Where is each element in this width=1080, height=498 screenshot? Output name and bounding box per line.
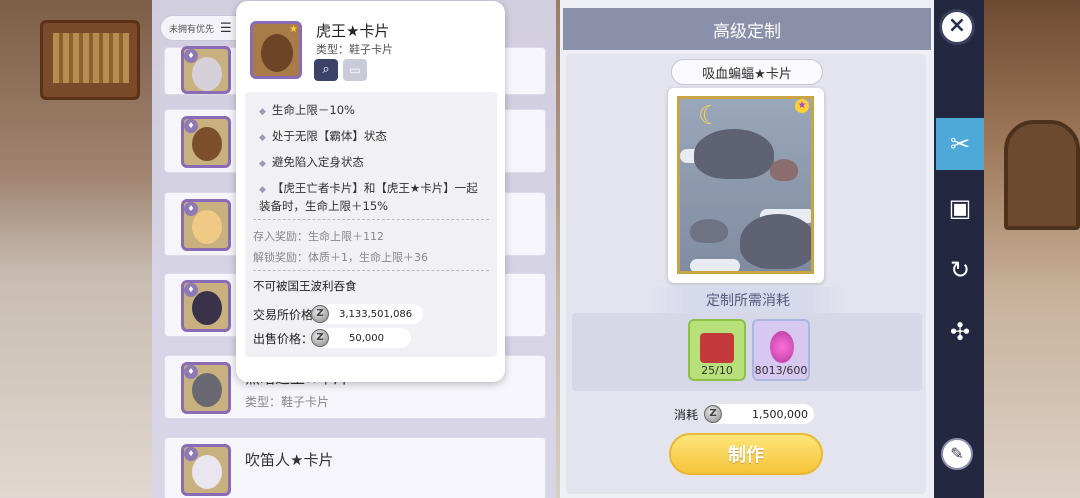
popup-title: 虎王★卡片 xyxy=(316,22,390,40)
diamond-icon: ◆ xyxy=(259,185,266,195)
item-name: 吹笛人★卡片 xyxy=(245,451,334,469)
consume-label: 消耗 xyxy=(674,408,699,422)
tab-card-refresh[interactable]: ↻ xyxy=(936,244,984,296)
card-refresh-icon: ↻ xyxy=(949,256,971,284)
cost-title: 定制所需消耗 xyxy=(648,287,848,313)
card-thumbnail: ♦ xyxy=(181,444,231,496)
consume-box: Z 1,500,000 xyxy=(704,404,814,424)
diamond-icon: ◆ xyxy=(259,159,266,169)
effect-line: ◆ 避免陷入定身状态 xyxy=(259,155,364,169)
scissors-icon: ✂ xyxy=(949,130,971,158)
effect-line: ◆ 处于无限【霸体】状态 xyxy=(259,129,387,143)
card-art xyxy=(192,210,222,244)
wand-button[interactable]: ✎ xyxy=(941,438,973,470)
card-album-icon: ▣ xyxy=(948,194,972,222)
craft-header: 高级定制 xyxy=(563,8,931,50)
book-icon[interactable]: ▭ xyxy=(343,59,367,81)
card-art xyxy=(192,127,222,161)
card-art xyxy=(192,455,222,489)
bat-illustration xyxy=(694,129,774,179)
bat-illustration xyxy=(690,219,728,243)
close-button[interactable]: × xyxy=(939,9,975,45)
card-detail-popup: ★ 虎王★卡片 类型：鞋子卡片 ⌕ ▭ ◆ 生命上限－10% ◆ 处于无限【霸体】状… xyxy=(236,1,505,382)
popup-card-thumbnail: ★ xyxy=(250,21,302,79)
material-chest[interactable]: 25/10 xyxy=(688,319,746,381)
sort-icon: ☰ xyxy=(220,20,232,36)
target-card[interactable]: ☾ ★ xyxy=(668,88,824,283)
non-trade-note: 不可被国王波利吞食 xyxy=(253,279,357,293)
inspect-icon[interactable]: ⌕ xyxy=(314,59,338,81)
popup-type: 类型：鞋子卡片 xyxy=(316,43,393,56)
window-decoration xyxy=(1004,120,1080,230)
network-icon: ✣ xyxy=(949,318,971,346)
target-card-name: 吸血蝙蝠★卡片 xyxy=(671,59,823,85)
zeny-coin-icon: Z xyxy=(311,329,329,347)
chest-icon xyxy=(700,333,734,363)
zeny-coin-icon: Z xyxy=(311,305,329,323)
material-count: 8013/600 xyxy=(754,364,808,377)
list-item[interactable]: ♦ 吹笛人★卡片 xyxy=(164,437,546,498)
card-thumbnail: ♦ xyxy=(181,46,231,94)
card-thumbnail: ♦ xyxy=(181,280,231,332)
exchange-price-box: Z 3,133,501,086 xyxy=(311,304,423,324)
zeny-coin-icon: Z xyxy=(704,405,722,423)
tab-card-craft[interactable]: ✂ xyxy=(936,118,984,170)
wand-icon: ✎ xyxy=(950,444,964,463)
unlock-reward: 解锁奖励：体质＋1，生命上限＋36 xyxy=(253,251,428,264)
cart-decoration xyxy=(40,20,140,100)
card-art xyxy=(192,57,222,91)
item-type: 类型：鞋子卡片 xyxy=(245,395,330,409)
crystal-icon xyxy=(770,331,794,363)
deposit-reward: 存入奖励：生命上限＋112 xyxy=(253,230,384,243)
card-thumbnail: ♦ xyxy=(181,116,231,168)
material-crystal[interactable]: 8013/600 xyxy=(752,319,810,381)
sell-price: 50,000 xyxy=(349,332,384,344)
moon-icon: ☾ xyxy=(698,101,722,131)
card-thumbnail: ♦ xyxy=(181,362,231,414)
background-left xyxy=(0,0,160,498)
divider xyxy=(253,270,489,271)
material-count: 25/10 xyxy=(701,364,733,377)
target-card-art: ☾ ★ xyxy=(677,96,814,274)
bat-illustration xyxy=(740,214,811,269)
cost-area xyxy=(572,313,922,391)
sell-price-box: Z 50,000 xyxy=(311,328,411,348)
popup-effects-box: ◆ 生命上限－10% ◆ 处于无限【霸体】状态 ◆ 避免陷入定身状态 ◆ 【虎王亡者卡片… xyxy=(245,92,497,357)
bat-illustration xyxy=(770,159,798,181)
background-right xyxy=(984,0,1080,498)
tab-card-network[interactable]: ✣ xyxy=(936,306,984,358)
consume-value: 1,500,000 xyxy=(752,407,808,421)
effect-line: ◆ 【虎王亡者卡片】和【虎王★卡片】一起装备时，生命上限＋15% xyxy=(259,181,478,213)
star-icon: ★ xyxy=(289,24,298,35)
diamond-icon: ◆ xyxy=(259,107,266,117)
card-thumbnail: ♦ xyxy=(181,199,231,251)
make-button[interactable]: 制作 xyxy=(669,433,823,475)
divider xyxy=(253,219,489,220)
sell-label: 出售价格： xyxy=(253,332,314,346)
diamond-icon: ◆ xyxy=(259,133,266,143)
effect-line: ◆ 生命上限－10% xyxy=(259,103,355,117)
card-art xyxy=(192,373,222,407)
card-art xyxy=(261,34,293,72)
tab-card-album[interactable]: ▣ xyxy=(936,182,984,234)
exchange-price: 3,133,501,086 xyxy=(339,308,413,320)
star-icon: ★ xyxy=(795,99,809,113)
card-art xyxy=(192,291,222,325)
filter-label: 未拥有优先 xyxy=(169,24,215,35)
